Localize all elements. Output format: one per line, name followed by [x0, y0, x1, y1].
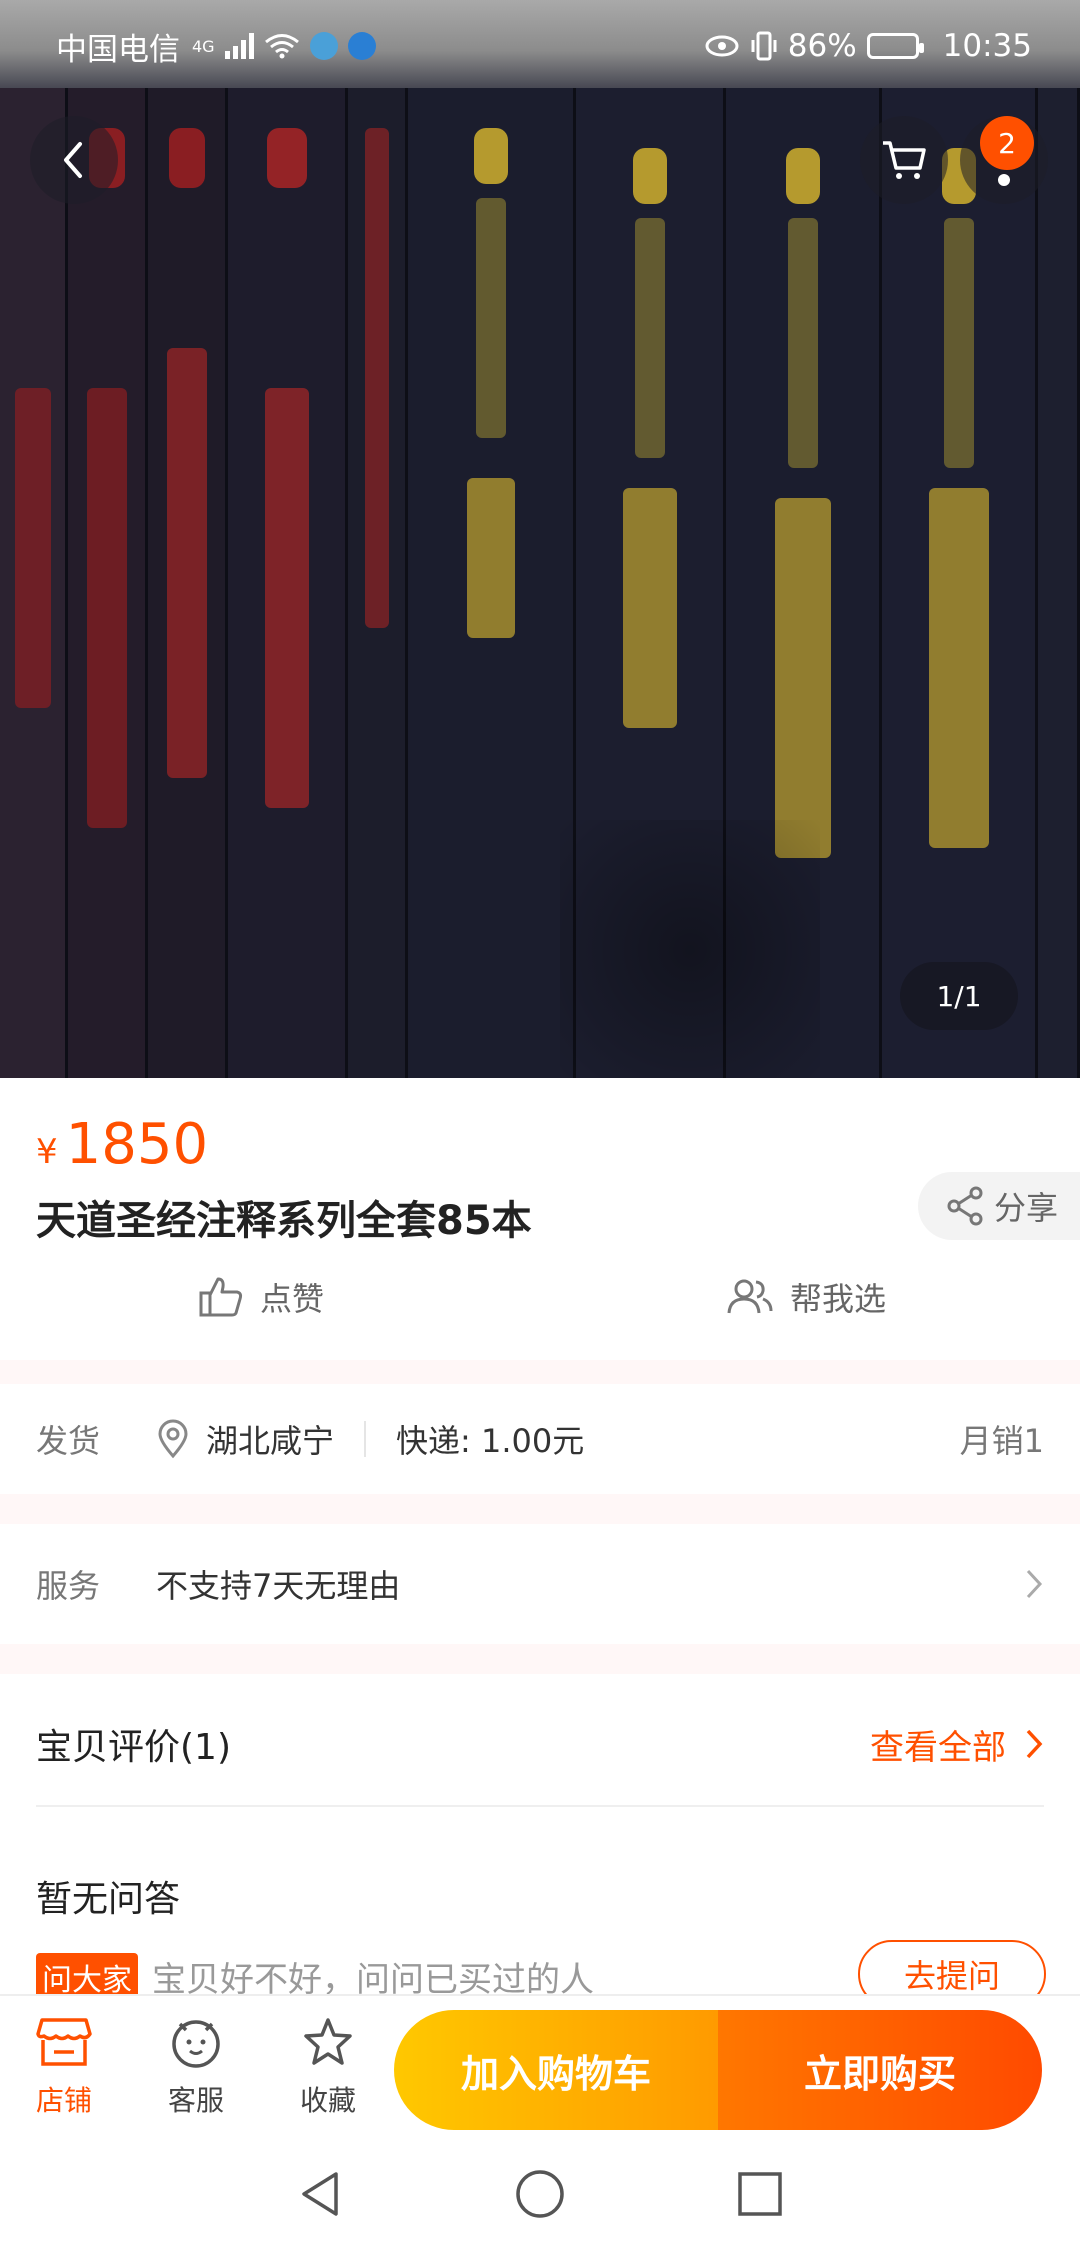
service-label: 服务: [36, 1567, 101, 1605]
customer-service-button[interactable]: 客服: [146, 2016, 246, 2119]
customer-service-label: 客服: [167, 2084, 224, 2117]
currency-symbol: ¥: [36, 1132, 58, 1172]
book-spine: [348, 88, 408, 1078]
qa-title: 暂无问答: [36, 1879, 181, 1920]
shipping-label: 发货: [36, 1422, 101, 1460]
bottom-action-bar: 店铺 客服 收藏 加入购物车 立即购买: [0, 1994, 1080, 2144]
section-divider: [0, 1360, 1080, 1384]
image-page-indicator: 1/1: [900, 962, 1018, 1030]
price-value: 1850: [65, 1112, 209, 1177]
divider: [364, 1421, 367, 1457]
store-icon: [36, 2018, 92, 2066]
book-spine: [408, 88, 576, 1078]
status-bar: 中国电信 4G 86% 10:35: [0, 0, 1080, 92]
share-button[interactable]: 分享: [918, 1172, 1080, 1240]
help-choose-label: 帮我选: [790, 1280, 887, 1318]
service-value: 不支持7天无理由: [156, 1567, 401, 1605]
product-title: 天道圣经注释系列全套85本: [36, 1198, 532, 1244]
wifi-icon: [264, 34, 299, 59]
carrier-label: 中国电信: [56, 31, 180, 68]
section-divider: [0, 1494, 1080, 1524]
like-label: 点赞: [260, 1280, 325, 1318]
battery-icon: [866, 33, 924, 59]
price: ¥ 1850: [36, 1112, 208, 1177]
reviews-header: 宝贝评价(1) 查看全部: [0, 1674, 1080, 1814]
view-all-label: 查看全部: [870, 1727, 1006, 1768]
service-row[interactable]: 服务 不支持7天无理由: [0, 1524, 1080, 1644]
favorite-button[interactable]: 收藏: [278, 2016, 378, 2119]
network-type: 4G: [192, 36, 215, 56]
reviews-title: 宝贝评价(1): [36, 1727, 231, 1768]
back-button[interactable]: [30, 116, 118, 204]
section-divider: [0, 1644, 1080, 1674]
clock: 10:35: [942, 28, 1032, 64]
like-button[interactable]: 点赞: [198, 1274, 324, 1320]
chevron-right-icon: [1026, 1729, 1043, 1759]
book-spine: [68, 88, 148, 1078]
shipping-fee: 快递: 1.00元: [396, 1422, 585, 1460]
book-spine: [228, 88, 348, 1078]
system-navigation-bar: [0, 2144, 1080, 2244]
book-spine: [148, 88, 228, 1078]
chevron-right-icon: [1026, 1569, 1043, 1599]
purchase-buttons: 加入购物车 立即购买: [394, 2010, 1042, 2130]
thumbs-up-icon: [199, 1277, 243, 1317]
battery-percent: 86%: [787, 28, 857, 64]
cart-count-badge: 2: [980, 116, 1034, 170]
shipping-location: 湖北咸宁: [206, 1422, 335, 1460]
store-button[interactable]: 店铺: [14, 2016, 114, 2119]
buy-now-button[interactable]: 立即购买: [718, 2010, 1042, 2130]
more-dot-icon: [998, 174, 1010, 186]
chevron-left-icon: [64, 142, 82, 178]
signal-icon: [224, 33, 254, 59]
favorite-label: 收藏: [299, 2084, 356, 2117]
shipping-row: 发货 湖北咸宁 快递: 1.00元 月销1: [0, 1384, 1080, 1494]
location-pin-icon: [158, 1419, 188, 1459]
cart-icon: [883, 141, 926, 179]
vibrate-icon: [751, 31, 777, 61]
product-actions: 点赞 帮我选: [0, 1262, 1080, 1342]
cart-button[interactable]: [860, 116, 948, 204]
book-spine: [1038, 88, 1080, 1078]
monthly-sales: 月销1: [959, 1422, 1044, 1460]
add-to-cart-button[interactable]: 加入购物车: [394, 2010, 718, 2130]
app-notification-icon: [347, 32, 376, 60]
nav-home-icon[interactable]: [514, 2168, 566, 2220]
users-icon: [727, 1279, 773, 1314]
help-choose-button[interactable]: 帮我选: [726, 1274, 886, 1320]
star-icon: [304, 2018, 352, 2065]
chat-face-icon: [172, 2020, 220, 2068]
share-icon: [947, 1186, 983, 1226]
view-all-reviews-link[interactable]: 查看全部: [870, 1720, 1044, 1769]
eye-comfort-icon: [705, 35, 739, 57]
book-spine: [0, 88, 68, 1078]
book-spine: [882, 88, 1038, 1078]
share-label: 分享: [994, 1189, 1059, 1227]
store-label: 店铺: [35, 2084, 92, 2117]
app-notification-icon: [309, 32, 338, 60]
divider: [36, 1805, 1044, 1807]
nav-back-icon[interactable]: [296, 2168, 344, 2220]
nav-recents-icon[interactable]: [736, 2170, 784, 2218]
